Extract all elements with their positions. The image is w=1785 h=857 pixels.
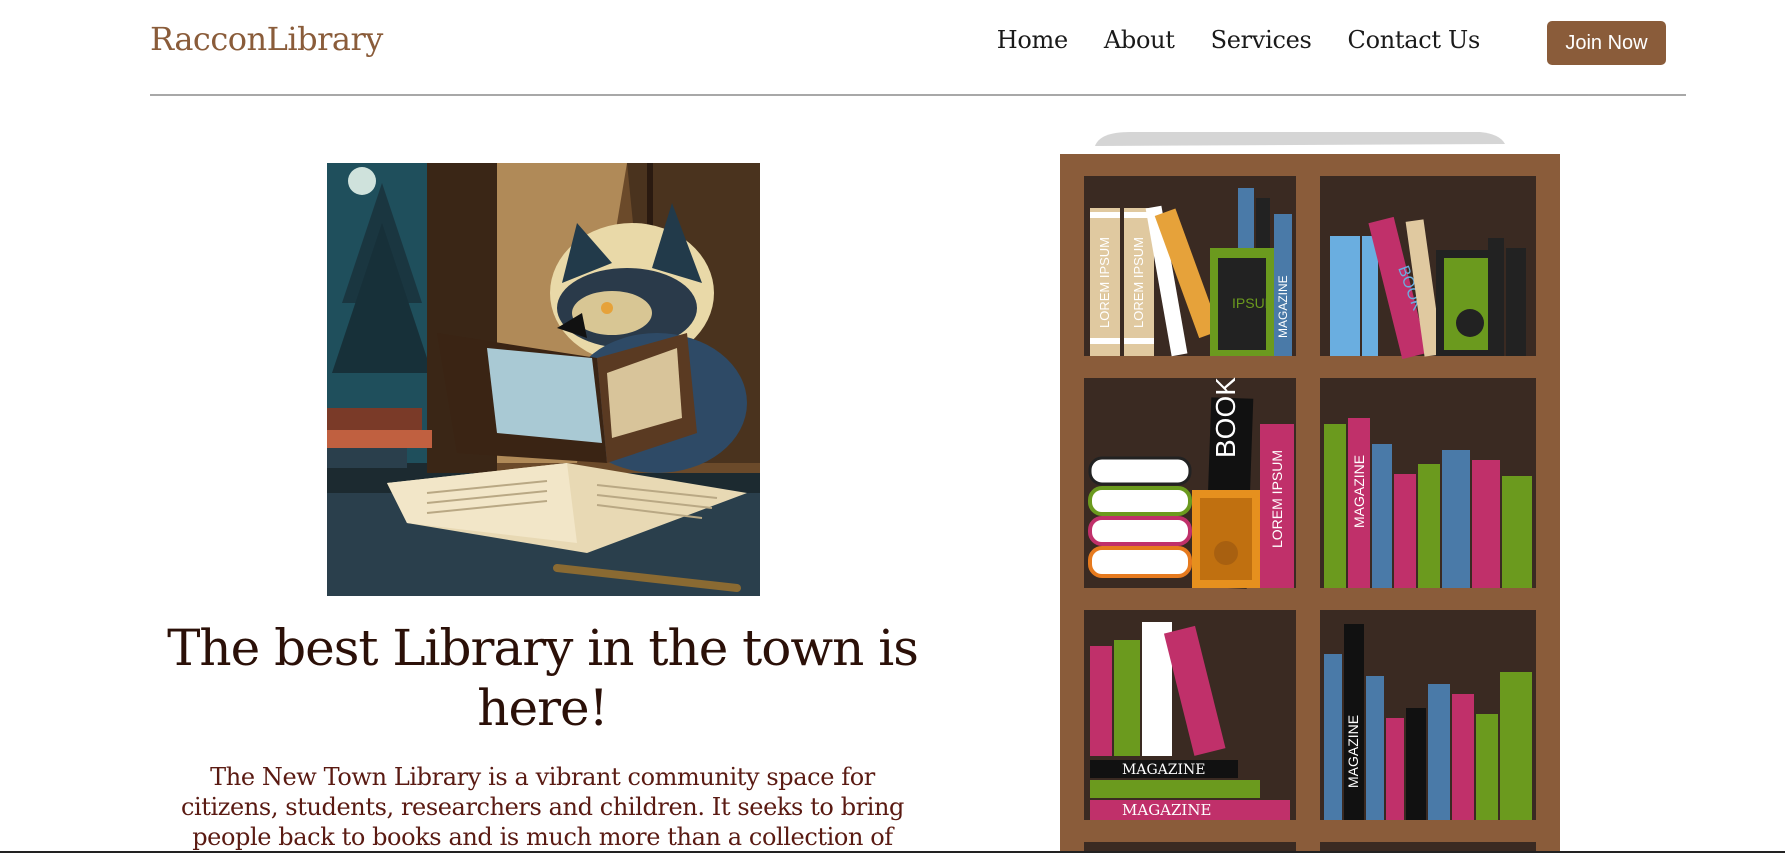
spine-label: MAGAZINE bbox=[1345, 715, 1361, 788]
nav-link-about[interactable]: About bbox=[1104, 26, 1175, 54]
nav-link-services[interactable]: Services bbox=[1211, 26, 1312, 54]
spine-label: MAGAZINE bbox=[1276, 275, 1290, 338]
bookshelf-illustration: LOREM IPSUM LOREM IPSUM IPSUM MAGAZINE B… bbox=[1060, 128, 1560, 853]
spine-label: IPSUM bbox=[1232, 295, 1276, 311]
raccoon-reading-illustration bbox=[327, 163, 760, 596]
spine-label: MAGAZINE bbox=[1122, 762, 1205, 778]
brand-logo[interactable]: RacconLibrary bbox=[150, 20, 383, 58]
navbar: RacconLibrary Home About Services Contac… bbox=[150, 0, 1686, 96]
spine-label: MAGAZINE bbox=[1351, 455, 1367, 528]
spine-label: BOOK bbox=[1210, 377, 1241, 458]
hero-description: The New Town Library is a vibrant commun… bbox=[180, 763, 905, 851]
nav-link-contact[interactable]: Contact Us bbox=[1348, 26, 1481, 54]
spine-label: LOREM IPSUM bbox=[1269, 450, 1285, 548]
join-now-button[interactable]: Join Now bbox=[1547, 21, 1666, 65]
spine-label: LOREM IPSUM bbox=[1097, 237, 1112, 328]
hero-title: The best Library in the town is here! bbox=[167, 619, 919, 737]
nav-link-home[interactable]: Home bbox=[997, 26, 1068, 54]
spine-label: LOREM IPSUM bbox=[1131, 237, 1146, 328]
spine-label: MAGAZINE bbox=[1122, 801, 1211, 819]
nav-links: Home About Services Contact Us bbox=[997, 26, 1481, 54]
